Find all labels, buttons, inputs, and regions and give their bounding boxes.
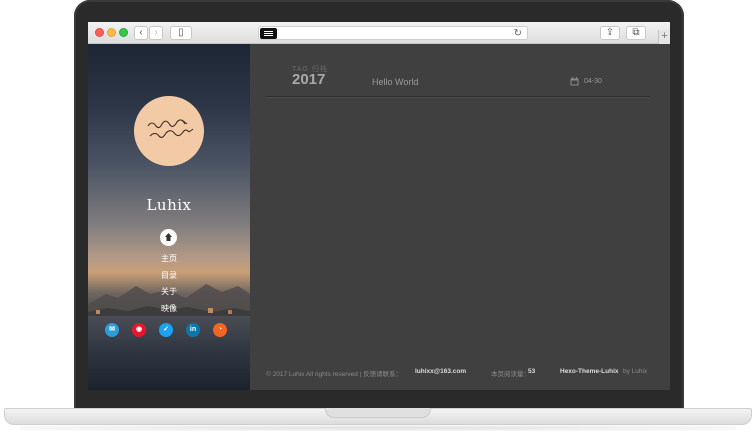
- chevron-right-icon: ›: [154, 27, 158, 38]
- laptop-mockup: ‹ › ▯ ↻ ⇪ ⧉ + Luhix 主页 目录 关于 映像 ✉ ◉ ✓ in…: [0, 0, 756, 435]
- footer-visits-count: 53: [528, 368, 536, 375]
- laptop-base-notch: [325, 408, 431, 418]
- avatar[interactable]: [134, 96, 204, 166]
- reload-icon[interactable]: ↻: [514, 27, 522, 40]
- tabs-icon: ⧉: [632, 27, 640, 38]
- footer-author: by Luhix: [623, 368, 648, 375]
- show-tabs-button[interactable]: ⧉: [626, 26, 646, 40]
- reader-view-icon[interactable]: [260, 28, 277, 39]
- blog-sidebar: Luhix 主页 目录 关于 映像 ✉ ◉ ✓ in ◔: [88, 44, 250, 390]
- post-link[interactable]: Hello World: [372, 77, 418, 87]
- divider: [266, 96, 650, 98]
- archive-year: 2017: [292, 71, 326, 88]
- calendar-icon: [570, 77, 579, 86]
- new-tab-button[interactable]: +: [658, 30, 670, 44]
- browser-toolbar: ‹ › ▯ ↻ ⇪ ⧉: [88, 22, 670, 44]
- social-links: ✉ ◉ ✓ in ◔: [105, 323, 235, 337]
- home-icon[interactable]: [160, 229, 177, 246]
- sidebar-nav: 主页 目录 关于 映像: [88, 251, 250, 317]
- address-bar[interactable]: ↻: [258, 26, 528, 40]
- linkedin-icon[interactable]: in: [186, 323, 200, 337]
- site-name[interactable]: Luhix: [88, 196, 250, 214]
- footer-visits-label: 本页阅读量：: [491, 371, 530, 378]
- footer-email-link[interactable]: luhixx@163.com: [415, 368, 466, 375]
- footer-theme-link[interactable]: Hexo-Theme-Luhix: [560, 368, 619, 375]
- nav-item-home[interactable]: 主页: [88, 251, 250, 268]
- nav-item-gallery[interactable]: 映像: [88, 301, 250, 318]
- twitter-icon[interactable]: ✓: [159, 323, 173, 337]
- share-button[interactable]: ⇪: [600, 26, 620, 40]
- sidebar-icon: ▯: [178, 27, 184, 38]
- plus-icon: +: [661, 30, 668, 42]
- mail-icon[interactable]: ✉: [105, 323, 119, 337]
- fullscreen-window-button[interactable]: [119, 28, 128, 37]
- close-window-button[interactable]: [95, 28, 104, 37]
- nav-item-about[interactable]: 关于: [88, 284, 250, 301]
- show-sidebar-button[interactable]: ▯: [170, 26, 192, 40]
- weibo-icon[interactable]: ◉: [132, 323, 146, 337]
- minimize-window-button[interactable]: [107, 28, 116, 37]
- footer-copyright: © 2017 Luhix All rights reserved | 反馈请联系…: [266, 371, 403, 378]
- forward-button[interactable]: ›: [149, 26, 163, 40]
- footer: © 2017 Luhix All rights reserved | 反馈请联系…: [266, 368, 652, 380]
- nav-item-archives[interactable]: 目录: [88, 268, 250, 285]
- rss-icon[interactable]: ◔: [213, 323, 227, 337]
- chevron-left-icon: ‹: [139, 27, 143, 38]
- handwriting-avatar-image: [147, 119, 194, 138]
- back-button[interactable]: ‹: [134, 26, 148, 40]
- share-icon: ⇪: [605, 27, 615, 38]
- post-date: 04-30: [584, 78, 602, 85]
- laptop-screen: ‹ › ▯ ↻ ⇪ ⧉ + Luhix 主页 目录 关于 映像 ✉ ◉ ✓ in…: [88, 22, 670, 390]
- main-content: TAG 归档 2017 Hello World 04-30 © 2017 Luh…: [250, 44, 670, 390]
- laptop-shadow: [20, 425, 736, 431]
